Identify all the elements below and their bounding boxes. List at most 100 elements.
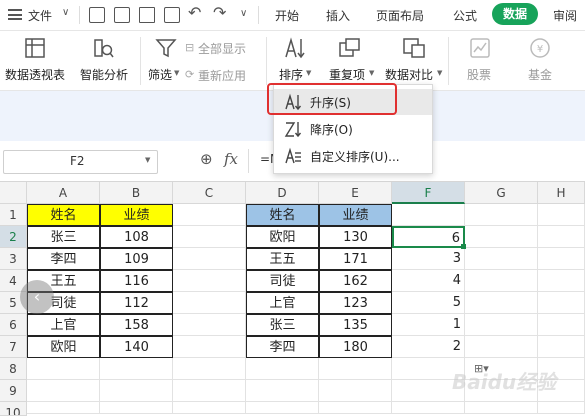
rank-cell[interactable]: 3 — [392, 248, 465, 270]
caret-down-icon[interactable]: ▼ — [145, 156, 150, 164]
chevron-down-icon[interactable]: ∨ — [62, 7, 69, 18]
menu-item-custom-sort[interactable]: 自定义排序(U)... — [274, 143, 432, 169]
row-header-8[interactable]: 8 — [0, 358, 27, 380]
grid-cell[interactable] — [173, 380, 246, 402]
duplicates-button[interactable]: 重复项 — [329, 66, 365, 83]
select-all-corner[interactable] — [0, 182, 27, 204]
rank-cell[interactable]: 5 — [392, 292, 465, 314]
row-header-3[interactable]: 3 — [0, 248, 27, 270]
undo-icon[interactable]: ↶ — [188, 3, 201, 22]
column-header-f[interactable]: F — [392, 182, 465, 204]
grid-cell[interactable] — [465, 270, 538, 292]
scroll-left-arrow-icon[interactable]: ‹ — [20, 280, 54, 314]
tab-insert[interactable]: 插入 — [326, 7, 350, 24]
grid-cell[interactable] — [465, 204, 538, 226]
header-cell-name[interactable]: 姓名 — [27, 204, 100, 226]
sort-button[interactable]: 排序 — [279, 66, 303, 83]
print-preview-icon[interactable] — [164, 7, 180, 23]
grid-cell[interactable] — [319, 380, 392, 402]
table-cell[interactable]: 162 — [319, 270, 392, 292]
grid-cell[interactable] — [392, 204, 465, 226]
fund-button[interactable]: 基金 — [528, 66, 552, 83]
reapply-button[interactable]: 重新应用 — [198, 67, 246, 84]
redo-icon[interactable]: ↷ — [213, 3, 226, 22]
row-header-2[interactable]: 2 — [0, 226, 27, 248]
column-header-b[interactable]: B — [100, 182, 173, 204]
export-pdf-icon[interactable] — [114, 7, 130, 23]
customize-quick-access-icon[interactable]: ∨ — [240, 8, 247, 19]
active-cell[interactable]: 6 — [392, 226, 465, 248]
caret-down-icon[interactable]: ▼ — [437, 69, 442, 77]
file-menu[interactable]: 文件 — [28, 7, 52, 24]
table-cell[interactable]: 欧阳 — [246, 226, 319, 248]
grid-cell[interactable] — [27, 358, 100, 380]
grid-cell[interactable] — [538, 248, 585, 270]
show-all-button[interactable]: 全部显示 — [198, 40, 246, 57]
caret-down-icon[interactable]: ▼ — [174, 69, 179, 77]
grid-cell[interactable] — [319, 358, 392, 380]
fill-handle[interactable] — [461, 244, 466, 249]
row-header-6[interactable]: 6 — [0, 314, 27, 336]
grid-cell[interactable] — [538, 270, 585, 292]
tab-home[interactable]: 开始 — [275, 7, 299, 24]
data-compare-button[interactable]: 数据对比 — [385, 66, 433, 83]
grid-cell[interactable] — [465, 248, 538, 270]
rank-cell[interactable]: 2 — [392, 336, 465, 358]
tab-data[interactable]: 数据 — [492, 3, 538, 25]
table-cell[interactable]: 158 — [100, 314, 173, 336]
grid-cell[interactable] — [27, 402, 100, 414]
table-cell[interactable]: 李四 — [246, 336, 319, 358]
grid-cell[interactable] — [173, 248, 246, 270]
table-cell[interactable]: 欧阳 — [27, 336, 100, 358]
grid-cell[interactable] — [173, 402, 246, 414]
grid-cell[interactable] — [538, 402, 585, 414]
grid-cell[interactable] — [173, 314, 246, 336]
grid-cell[interactable] — [173, 336, 246, 358]
grid-cell[interactable] — [538, 292, 585, 314]
grid-cell[interactable] — [27, 380, 100, 402]
grid-cell[interactable] — [319, 402, 392, 414]
grid-cell[interactable] — [465, 314, 538, 336]
column-header-e[interactable]: E — [319, 182, 392, 204]
column-header-a[interactable]: A — [27, 182, 100, 204]
table-cell[interactable]: 王五 — [246, 248, 319, 270]
smart-analysis-button[interactable]: 智能分析 — [80, 66, 128, 83]
column-header-c[interactable]: C — [173, 182, 246, 204]
table-cell[interactable]: 李四 — [27, 248, 100, 270]
grid-cell[interactable] — [173, 292, 246, 314]
grid-cell[interactable] — [465, 336, 538, 358]
zoom-search-icon[interactable]: ⊕ — [200, 150, 213, 168]
grid-cell[interactable] — [538, 314, 585, 336]
grid-cell[interactable] — [538, 336, 585, 358]
menu-item-descending[interactable]: 降序(O) — [274, 116, 432, 142]
grid-cell[interactable] — [173, 204, 246, 226]
column-header-g[interactable]: G — [465, 182, 538, 204]
fx-icon[interactable]: fx — [224, 150, 238, 168]
grid-cell[interactable] — [246, 358, 319, 380]
table-cell[interactable]: 171 — [319, 248, 392, 270]
table-cell[interactable]: 张三 — [246, 314, 319, 336]
rank-cell[interactable]: 4 — [392, 270, 465, 292]
grid-cell[interactable] — [100, 402, 173, 414]
tab-review[interactable]: 审阅 — [553, 7, 577, 24]
table-cell[interactable]: 109 — [100, 248, 173, 270]
table-cell[interactable]: 180 — [319, 336, 392, 358]
row-header-1[interactable]: 1 — [0, 204, 27, 226]
hamburger-menu-icon[interactable] — [8, 9, 22, 20]
column-header-d[interactable]: D — [246, 182, 319, 204]
header-cell-name[interactable]: 姓名 — [246, 204, 319, 226]
column-header-h[interactable]: H — [538, 182, 585, 204]
row-header-7[interactable]: 7 — [0, 336, 27, 358]
table-cell[interactable]: 130 — [319, 226, 392, 248]
grid-cell[interactable] — [246, 402, 319, 414]
grid-cell[interactable] — [173, 270, 246, 292]
table-cell[interactable]: 108 — [100, 226, 173, 248]
table-cell[interactable]: 张三 — [27, 226, 100, 248]
table-cell[interactable]: 123 — [319, 292, 392, 314]
row-header-9[interactable]: 9 — [0, 380, 27, 402]
grid-cell[interactable] — [392, 402, 465, 414]
grid-cell[interactable] — [100, 380, 173, 402]
table-cell[interactable]: 司徒 — [246, 270, 319, 292]
table-cell[interactable]: 135 — [319, 314, 392, 336]
table-cell[interactable]: 112 — [100, 292, 173, 314]
